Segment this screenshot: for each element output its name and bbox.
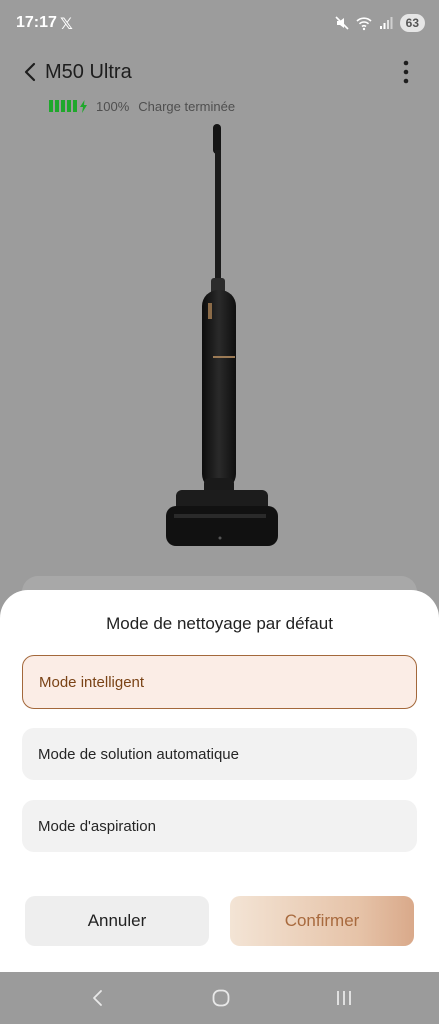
cleaning-mode-sheet: Mode de nettoyage par défaut Mode intell…	[0, 590, 439, 972]
wifi-icon	[356, 17, 372, 31]
cancel-button[interactable]: Annuler	[25, 896, 209, 946]
sheet-title: Mode de nettoyage par défaut	[106, 614, 333, 633]
battery-level-icon	[49, 100, 77, 112]
status-time: 17:17	[16, 14, 57, 31]
charging-bolt-icon	[80, 99, 87, 113]
battery-indicator: 63	[399, 14, 425, 32]
more-vertical-icon[interactable]	[396, 58, 416, 86]
option-label: Mode de solution automatique	[38, 745, 239, 763]
option-label: Mode intelligent	[39, 673, 145, 691]
page-title: M50 Ultra	[45, 61, 132, 83]
option-mode-solution-automatique[interactable]: Mode de solution automatique	[22, 728, 417, 780]
battery-percent: 100%	[96, 98, 130, 114]
signal-icon	[379, 17, 393, 29]
option-mode-aspiration[interactable]: Mode d'aspiration	[22, 800, 417, 852]
device-battery-status: 100% Charge terminée	[49, 98, 235, 114]
option-mode-intelligent[interactable]: Mode intelligent	[22, 655, 417, 709]
recent-apps-icon[interactable]	[335, 990, 353, 1006]
status-icons: 63	[334, 12, 425, 34]
mute-icon	[335, 16, 349, 30]
device-image	[166, 124, 278, 546]
confirm-button[interactable]: Confirmer	[230, 896, 414, 946]
app-header: M50 Ultra	[0, 54, 439, 90]
x-notification-icon: 𝕏	[60, 16, 73, 33]
system-navigation-bar	[0, 972, 439, 1024]
status-bar: 17:17 𝕏 63	[0, 0, 439, 48]
back-icon[interactable]	[90, 989, 104, 1007]
option-label: Mode d'aspiration	[38, 817, 156, 835]
chevron-left-icon[interactable]	[20, 60, 40, 84]
home-icon[interactable]	[211, 988, 231, 1008]
charge-status: Charge terminée	[138, 98, 236, 114]
